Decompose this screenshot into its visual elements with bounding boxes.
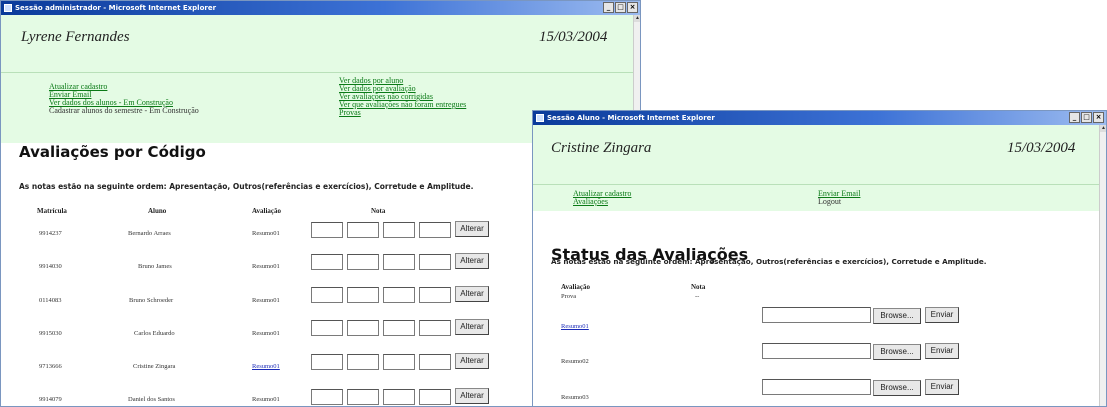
row-matricula: 9914079 [39,396,62,403]
student-header: Cristine Zingara 15/03/2004 [533,125,1099,185]
avaliacao-name: Resumo02 [561,358,589,365]
grade-input[interactable] [419,222,451,238]
avaliacao-link[interactable]: Resumo01 [561,323,589,330]
grade-input[interactable] [419,354,451,370]
row-avaliacao: Resumo01 [252,396,280,403]
alterar-button[interactable]: Alterar [455,319,489,335]
grade-input[interactable] [311,389,343,405]
browse-button[interactable]: Browse... [873,380,921,396]
row-avaliacao: Resumo01 [252,263,280,270]
grade-input[interactable] [419,287,451,303]
grade-input[interactable] [347,287,379,303]
prova-label: Prova [561,293,577,300]
row-aluno: Bernardo Arraes [128,230,171,237]
grade-input[interactable] [347,389,379,405]
grade-input[interactable] [419,320,451,336]
alterar-button[interactable]: Alterar [455,286,489,302]
header-nota: Nota [371,207,386,215]
nav-cadastrar-alunos: Cadastrar alunos do semestre - Em Constr… [49,106,199,115]
grade-input[interactable] [347,254,379,270]
row-matricula: 9915030 [39,330,62,337]
enviar-button[interactable]: Enviar [925,379,959,395]
grade-input[interactable] [311,354,343,370]
student-user-name: Cristine Zingara [551,140,652,156]
close-button[interactable]: × [1093,112,1104,123]
row-matricula: 9914237 [39,230,62,237]
grade-input[interactable] [419,389,451,405]
admin-page-title: Avaliações por Código [19,143,206,161]
grade-input[interactable] [311,320,343,336]
enviar-button[interactable]: Enviar [925,307,959,323]
row-avaliacao-link[interactable]: Resumo01 [252,363,280,370]
row-avaliacao: Resumo01 [252,230,280,237]
grade-input[interactable] [347,222,379,238]
browse-button[interactable]: Browse... [873,308,921,324]
file-path-input[interactable] [762,379,871,395]
nav-avaliacoes[interactable]: Avaliações [573,198,631,206]
maximize-button[interactable]: □ [1081,112,1092,123]
enviar-button[interactable]: Enviar [925,343,959,359]
row-aluno: Daniel dos Santos [128,396,175,403]
nav-provas[interactable]: Provas [339,109,466,117]
admin-grade-order-note: As notas estão na seguinte ordem: Aprese… [19,182,474,191]
avaliacao-name: Resumo03 [561,394,589,401]
file-path-input[interactable] [762,307,871,323]
admin-user-name: Lyrene Fernandes [21,29,130,45]
row-aluno: Carlos Eduardo [134,330,175,337]
student-window: Sessão Aluno - Microsoft Internet Explor… [532,110,1107,407]
header-aluno: Aluno [148,207,167,215]
row-matricula: 9914030 [39,263,62,270]
grade-input[interactable] [383,287,415,303]
admin-header: Lyrene Fernandes 15/03/2004 [1,15,633,73]
row-aluno: Bruno James [138,263,172,270]
alterar-button[interactable]: Alterar [455,253,489,269]
row-avaliacao: Resumo01 [252,297,280,304]
header-matricula: Matrícula [37,207,67,215]
minimize-button[interactable]: _ [1069,112,1080,123]
student-window-title: Sessão Aluno - Microsoft Internet Explor… [547,114,715,122]
grade-input[interactable] [311,254,343,270]
grade-input[interactable] [311,287,343,303]
nav-logout[interactable]: Logout [818,198,860,206]
student-vertical-scrollbar[interactable]: ▲ [1099,125,1106,406]
minimize-button[interactable]: _ [603,2,614,13]
grade-input[interactable] [347,354,379,370]
admin-titlebar: Sessão administrador - Microsoft Interne… [1,1,640,15]
file-path-input[interactable] [762,343,871,359]
maximize-button[interactable]: □ [615,2,626,13]
student-date: 15/03/2004 [1007,140,1076,156]
scroll-up-arrow-icon[interactable]: ▲ [1100,125,1106,132]
header-avaliacao: Avaliação [252,207,282,215]
grade-input[interactable] [383,222,415,238]
grade-input[interactable] [383,389,415,405]
grade-input[interactable] [383,320,415,336]
student-grade-order-note: As notas estão na seguinte ordem: Aprese… [551,257,987,266]
row-avaliacao: Resumo01 [252,330,280,337]
student-nav: Atualizar cadastro Avaliações Enviar Ema… [533,185,1099,211]
scroll-up-arrow-icon[interactable]: ▲ [634,15,640,22]
admin-window-title: Sessão administrador - Microsoft Interne… [15,4,217,12]
header-avaliacao: Avaliação [561,283,591,291]
admin-date: 15/03/2004 [539,29,608,45]
grade-input[interactable] [383,354,415,370]
alterar-button[interactable]: Alterar [455,221,489,237]
student-titlebar: Sessão Aluno - Microsoft Internet Explor… [533,111,1106,125]
close-button[interactable]: × [627,2,638,13]
row-aluno: Cristine Zingara [133,363,176,370]
browse-button[interactable]: Browse... [873,344,921,360]
header-nota: Nota [691,283,706,291]
prova-nota: -- [695,293,700,300]
row-matricula: 9713666 [39,363,62,370]
row-aluno: Bruno Schroeder [129,297,174,304]
alterar-button[interactable]: Alterar [455,353,489,369]
ie-icon [536,114,544,122]
alterar-button[interactable]: Alterar [455,388,489,404]
row-matricula: 0114083 [39,297,62,304]
grade-input[interactable] [383,254,415,270]
grade-input[interactable] [419,254,451,270]
ie-icon [4,4,12,12]
grade-input[interactable] [311,222,343,238]
grade-input[interactable] [347,320,379,336]
